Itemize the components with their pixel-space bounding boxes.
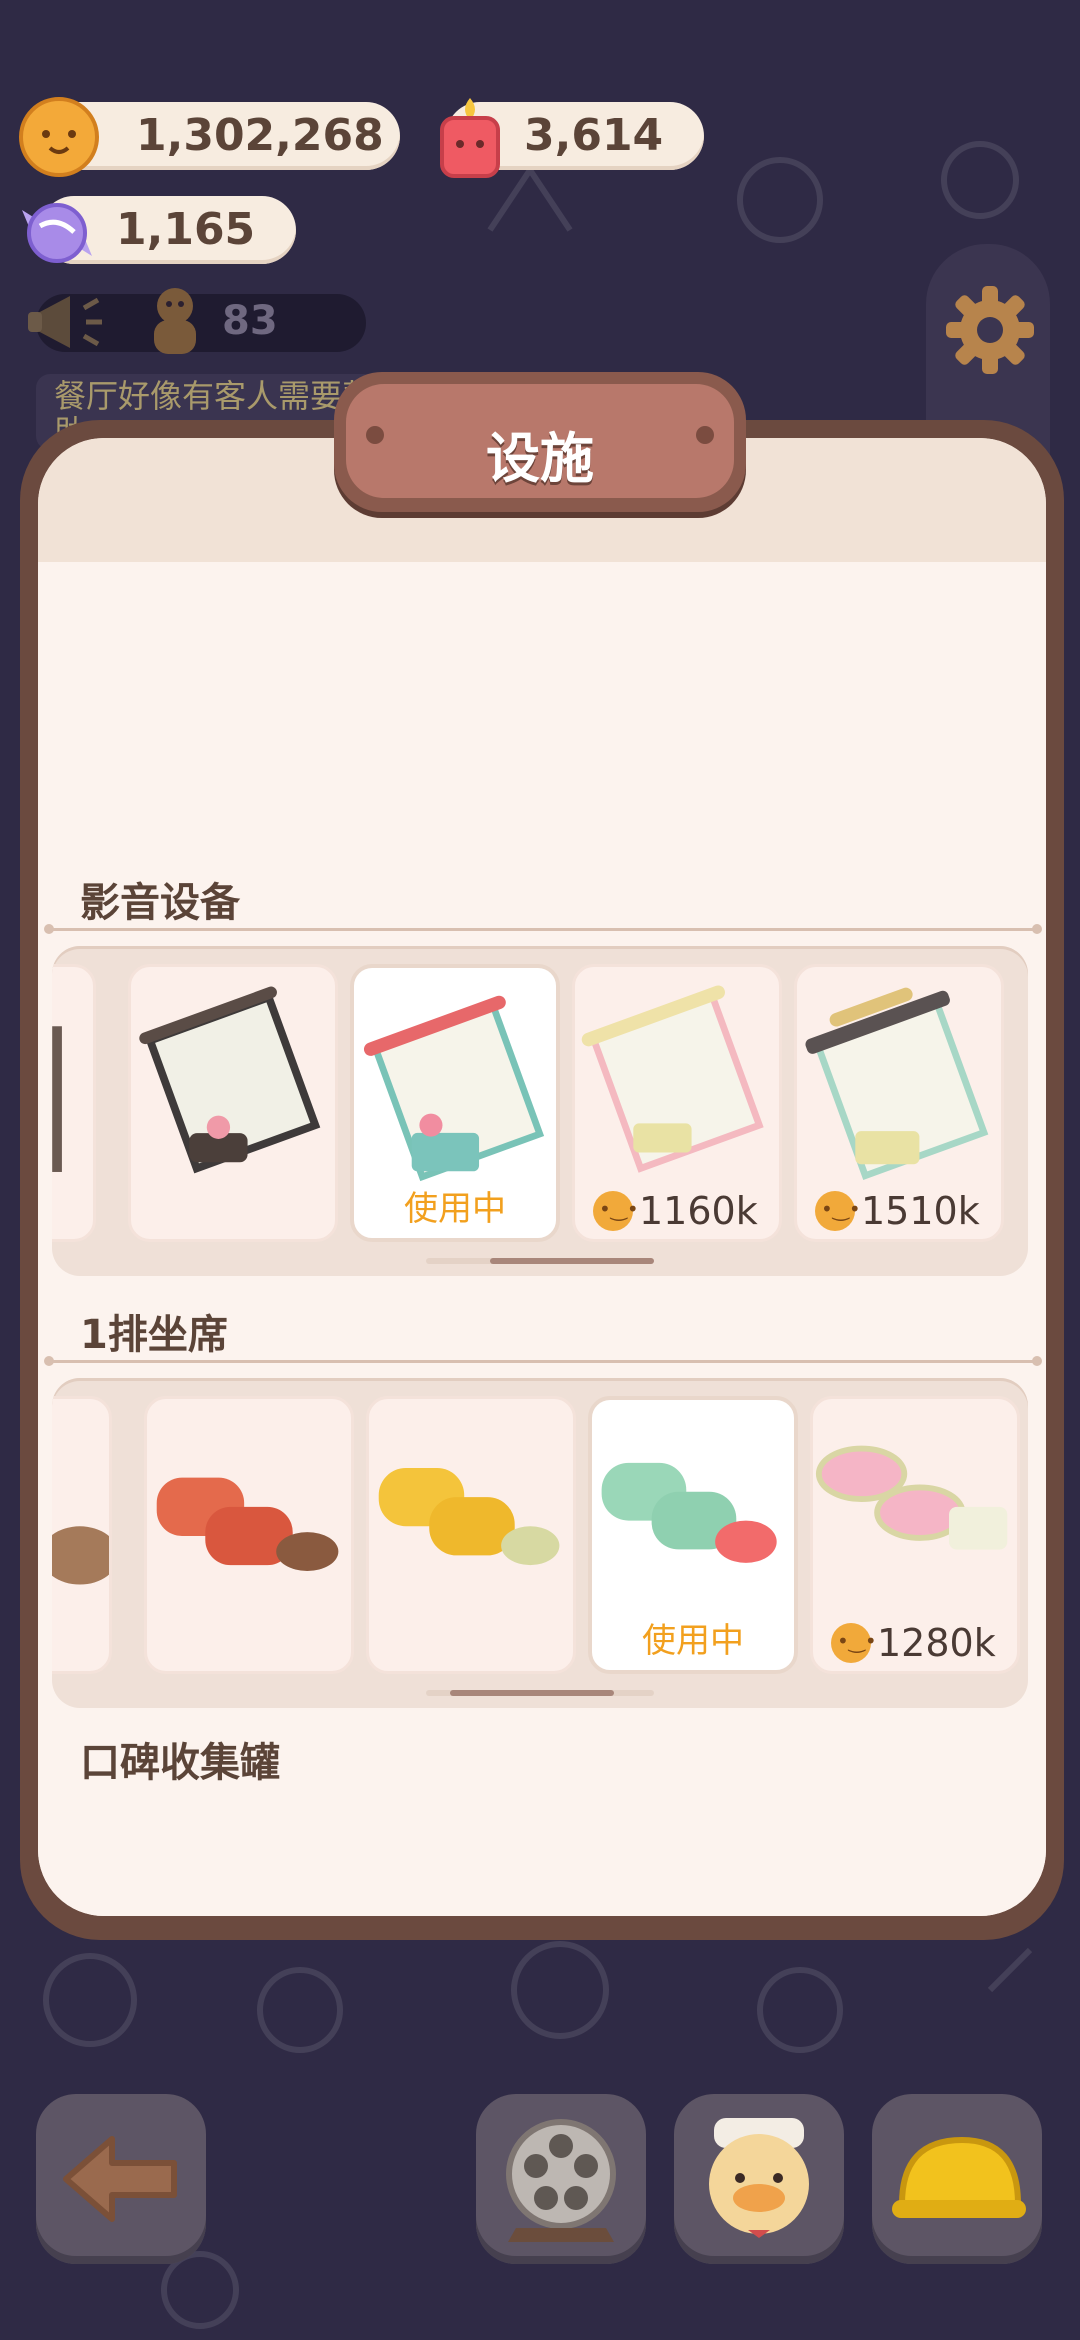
megaphone-icon	[28, 296, 102, 348]
price-value: 1510k	[861, 1189, 980, 1233]
scrollbar-thumb[interactable]	[490, 1258, 654, 1264]
section-title-jar: 口碑收集罐	[80, 1740, 280, 1786]
back-button[interactable]	[36, 2094, 206, 2264]
price-tag: 1280k	[831, 1621, 996, 1665]
cookie-coin-icon	[815, 1191, 861, 1231]
film-button[interactable]	[476, 2094, 646, 2264]
section-title-seats: 1排坐席	[80, 1312, 228, 1358]
hardhat-icon	[892, 2136, 1026, 2218]
price-value: 1160k	[639, 1189, 758, 1233]
yellow-sofa-illustration	[378, 1467, 560, 1566]
screen-illustration	[52, 1026, 62, 1172]
av-item-card[interactable]	[52, 964, 96, 1242]
gear-icon[interactable]	[940, 280, 1040, 380]
red-sofa-illustration	[156, 1477, 339, 1571]
chef-button[interactable]	[674, 2094, 844, 2264]
av-item-card[interactable]: 1510k	[794, 964, 1004, 1242]
table-illustration	[52, 1526, 109, 1585]
film-reel-icon	[506, 2119, 616, 2242]
av-item-card-active[interactable]: 使用中	[350, 964, 560, 1242]
seat-item-card-active[interactable]: 使用中	[588, 1396, 798, 1674]
panel-title: 设施	[486, 427, 594, 490]
gingerbread-icon	[154, 288, 196, 354]
av-item-card[interactable]	[128, 964, 338, 1242]
guest-count: 83	[222, 298, 278, 344]
duck-chef-icon	[709, 2118, 809, 2238]
in-use-label: 使用中	[642, 1621, 744, 1661]
seat-item-card[interactable]	[366, 1396, 576, 1674]
seat-item-card[interactable]	[144, 1396, 354, 1674]
seats-row-scrollbar[interactable]	[426, 1690, 654, 1696]
section-divider	[44, 924, 1042, 934]
seat-item-card[interactable]: 1280k	[810, 1396, 1020, 1674]
candle-value: 3,614	[524, 110, 664, 161]
arrow-left-icon	[63, 2136, 177, 2222]
av-item-card[interactable]: 1160k	[572, 964, 782, 1242]
section-title-av: 影音设备	[80, 880, 240, 926]
seat-item-card[interactable]	[52, 1396, 112, 1674]
hardhat-button[interactable]	[872, 2094, 1042, 2264]
av-equipment-row[interactable]: 使用中 1160k 1510k	[52, 946, 1028, 1276]
seats-row[interactable]: 使用中 1280k	[52, 1378, 1028, 1708]
scrollbar-thumb[interactable]	[450, 1690, 614, 1696]
price-value: 1280k	[877, 1621, 996, 1665]
coin-value: 1,302,268	[136, 110, 384, 161]
av-row-scrollbar[interactable]	[426, 1258, 654, 1264]
cookie-coin-icon	[19, 97, 99, 177]
projector-screen-dark-illustration	[139, 986, 321, 1174]
section-divider	[44, 1356, 1042, 1366]
cookie-coin-icon	[593, 1191, 639, 1231]
price-tag: 1160k	[593, 1189, 758, 1233]
panel-title-plate: 设施	[334, 372, 746, 512]
candy-icon	[22, 203, 92, 263]
candy-value: 1,165	[116, 204, 256, 255]
cookie-coin-icon	[831, 1623, 877, 1663]
candle-icon	[440, 98, 500, 178]
in-use-label: 使用中	[404, 1189, 506, 1229]
price-tag: 1510k	[815, 1189, 980, 1233]
